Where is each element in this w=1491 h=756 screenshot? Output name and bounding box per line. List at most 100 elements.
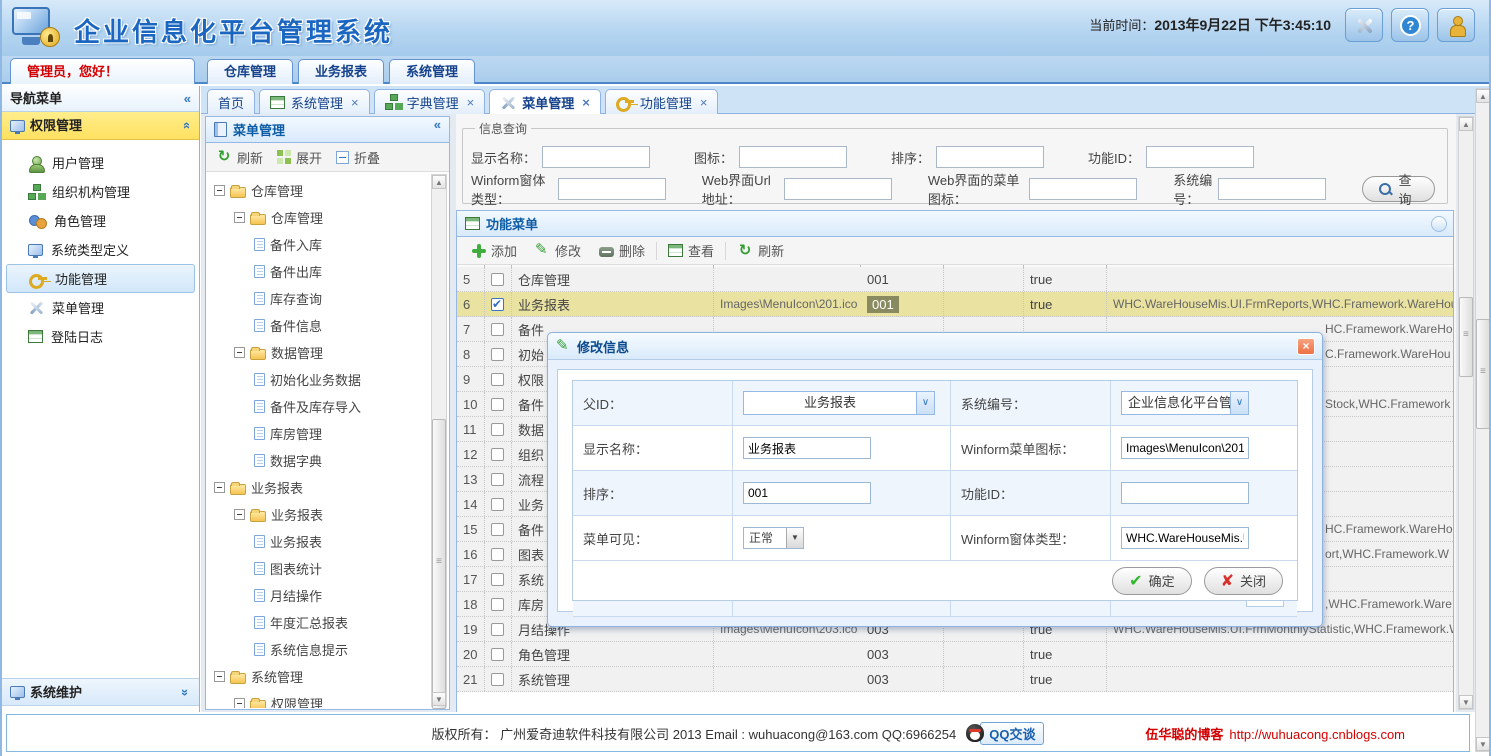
sidebar-collapse-icon[interactable]: « (184, 86, 191, 111)
row-checkbox[interactable] (491, 372, 504, 386)
row-checkbox[interactable] (491, 572, 504, 586)
scrollbar-thumb[interactable] (432, 419, 446, 709)
tree-expander-icon[interactable] (214, 671, 225, 682)
tree-expander-icon[interactable] (234, 698, 245, 708)
grid-toolbar-add-button[interactable]: 添加 (463, 239, 526, 263)
settings-button[interactable] (1345, 8, 1383, 42)
tab-item[interactable]: 首页 (207, 89, 256, 114)
query-input[interactable] (1029, 178, 1138, 200)
tab-close-icon[interactable]: × (467, 95, 475, 110)
tab-close-icon[interactable]: × (700, 95, 708, 110)
text-input[interactable] (743, 482, 871, 504)
page-scrollbar[interactable]: ▲ ▼ (1475, 88, 1489, 752)
chevron-down-icon[interactable]: ∨ (916, 392, 934, 414)
panel-tool-icon[interactable] (1431, 216, 1447, 232)
top-tab[interactable]: 业务报表 (298, 59, 385, 84)
tree-node[interactable]: 权限管理 (206, 690, 432, 708)
tree-node[interactable]: 系统管理 (206, 663, 432, 690)
grid-toolbar-refresh-button[interactable]: ↻ 刷新 (728, 239, 793, 263)
table-row[interactable]: 5 仓库管理 001 true (457, 267, 1453, 292)
scroll-up-icon[interactable]: ▲ (1476, 89, 1489, 103)
accordion-permission[interactable]: 权限管理 » (2, 112, 199, 140)
query-input[interactable] (936, 146, 1045, 168)
user-button[interactable] (1437, 8, 1475, 42)
text-input[interactable] (743, 437, 871, 459)
tree-expander-icon[interactable] (214, 482, 225, 493)
accordion-maintenance[interactable]: 系统维护 » (2, 678, 199, 706)
tree-collapse-icon[interactable]: « (434, 117, 441, 132)
text-input[interactable] (1121, 482, 1249, 504)
row-checkbox[interactable] (491, 297, 504, 311)
tree-node[interactable]: 系统信息提示 (206, 636, 432, 663)
row-checkbox[interactable] (491, 397, 504, 411)
tree-node[interactable]: 仓库管理 (206, 177, 432, 204)
sidebar-item[interactable]: 登陆日志 (2, 322, 199, 351)
text-input[interactable] (1121, 527, 1249, 549)
scrollbar-thumb[interactable] (1476, 319, 1489, 429)
query-input[interactable] (1146, 146, 1255, 168)
sidebar-item[interactable]: 菜单管理 (2, 293, 199, 322)
row-checkbox[interactable] (491, 497, 504, 511)
query-input[interactable] (557, 178, 666, 200)
row-checkbox[interactable] (491, 422, 504, 436)
help-button[interactable]: ? (1391, 8, 1429, 42)
text-input[interactable] (1121, 437, 1249, 459)
row-checkbox[interactable] (491, 447, 504, 461)
sidebar-item[interactable]: 用户管理 (2, 148, 199, 177)
sidebar-item[interactable]: 角色管理 (2, 206, 199, 235)
row-checkbox[interactable] (491, 672, 504, 686)
row-checkbox[interactable] (491, 347, 504, 361)
tree-expander-icon[interactable] (234, 347, 245, 358)
sidebar-item[interactable]: 系统类型定义 (2, 235, 199, 264)
query-input[interactable] (542, 146, 651, 168)
tab-close-icon[interactable]: × (582, 95, 590, 110)
tree-node[interactable]: 备件及库存导入 (206, 393, 432, 420)
row-checkbox[interactable] (491, 272, 504, 286)
combo-field[interactable]: 业务报表 ∨ (743, 391, 935, 415)
table-row[interactable]: 6 业务报表 Images\MenuIcon\201.ico 001 true WHC.W… (457, 292, 1453, 317)
ok-button[interactable]: ✔ 确定 (1112, 566, 1192, 595)
tree-expander-icon[interactable] (234, 509, 245, 520)
top-tab[interactable]: 仓库管理 (207, 59, 294, 84)
tree-node[interactable]: 库房管理 (206, 420, 432, 447)
top-tab[interactable]: 系统管理 (389, 59, 476, 84)
tree-node[interactable]: 业务报表 (206, 501, 432, 528)
dropdown-field[interactable]: 正常 ▼ (743, 527, 804, 549)
row-checkbox[interactable] (491, 622, 504, 636)
row-checkbox[interactable] (491, 472, 504, 486)
tree-node[interactable]: 业务报表 (206, 528, 432, 555)
tab-active[interactable]: 菜单管理 × (489, 89, 601, 115)
tab-item[interactable]: 系统管理 × (259, 89, 370, 114)
tab-item[interactable]: 字典管理 × (373, 89, 486, 114)
tree-node[interactable]: 数据字典 (206, 447, 432, 474)
scroll-down-icon[interactable]: ▼ (1459, 695, 1473, 709)
sidebar-item[interactable]: 组织机构管理 (2, 177, 199, 206)
tree-node[interactable]: 图表统计 (206, 555, 432, 582)
scroll-up-icon[interactable]: ▲ (1459, 117, 1473, 131)
tree-node[interactable]: 月结操作 (206, 582, 432, 609)
blog-link[interactable]: http://wuhuacong.cnblogs.com (1229, 727, 1405, 742)
chevron-down-icon[interactable]: ∨ (1230, 392, 1248, 414)
content-scrollbar[interactable]: ▲ ▼ (1458, 116, 1474, 710)
tree-scrollbar[interactable]: ▲ ▼ (431, 174, 447, 709)
tree-node[interactable]: 库存查询 (206, 285, 432, 312)
tree-toolbar-collapse-button[interactable]: 折叠 (336, 148, 380, 167)
dialog-header[interactable]: ✎ 修改信息 × (548, 333, 1322, 360)
tab-item[interactable]: 功能管理 × (604, 89, 719, 114)
table-row[interactable]: 21 系统管理 003 true (457, 667, 1453, 692)
tree-node[interactable]: 备件入库 (206, 231, 432, 258)
table-row[interactable]: 20 角色管理 003 true (457, 642, 1453, 667)
scroll-up-icon[interactable]: ▲ (432, 175, 446, 189)
row-checkbox[interactable] (491, 647, 504, 661)
query-input[interactable] (1218, 178, 1327, 200)
tree-node[interactable]: 仓库管理 (206, 204, 432, 231)
tree-node[interactable]: 备件出库 (206, 258, 432, 285)
scroll-down-icon[interactable]: ▼ (1476, 737, 1489, 751)
search-button[interactable]: 查询 (1362, 173, 1436, 207)
tree-node[interactable]: 业务报表 (206, 474, 432, 501)
row-checkbox[interactable] (491, 547, 504, 561)
row-checkbox[interactable] (491, 322, 504, 336)
grid-toolbar-view-button[interactable]: 查看 (659, 239, 723, 263)
scroll-down-icon[interactable]: ▼ (432, 692, 446, 706)
row-checkbox[interactable] (491, 597, 504, 611)
